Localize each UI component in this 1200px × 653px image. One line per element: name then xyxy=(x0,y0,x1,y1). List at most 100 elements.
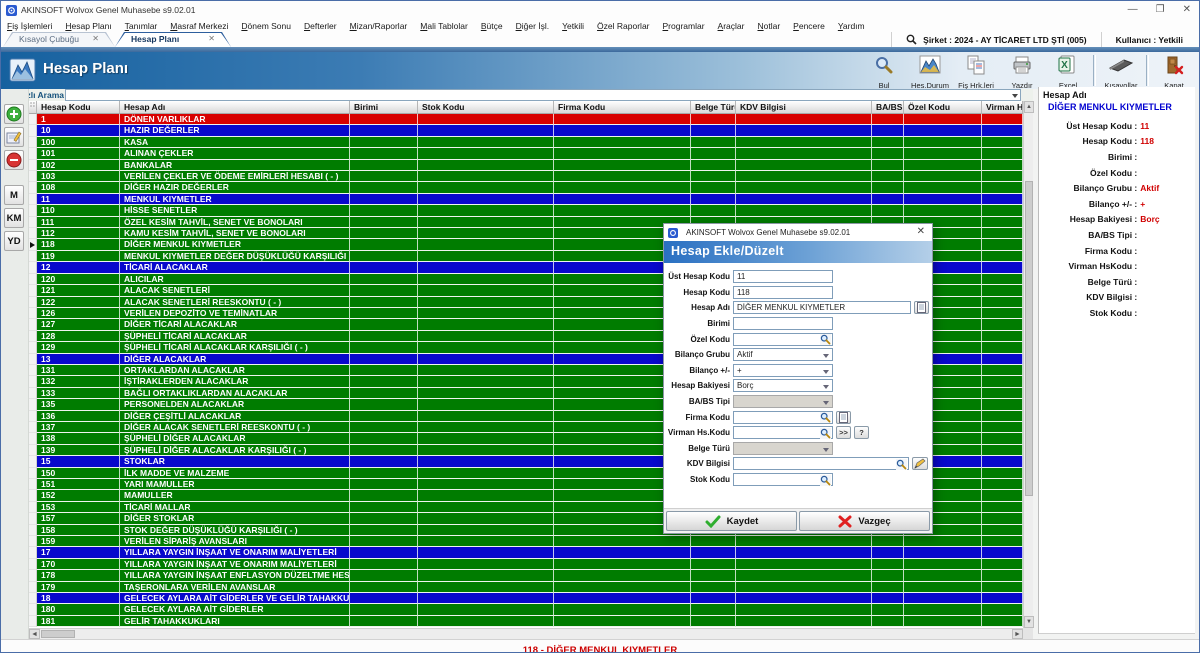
lookup-magnifier-icon[interactable] xyxy=(820,412,831,425)
table-row[interactable]: 1DÖNEN VARLIKLAR xyxy=(29,114,1023,125)
column-header-virman-h[interactable]: Virman H xyxy=(982,101,1023,114)
table-row[interactable]: 159VERİLEN SİPARİŞ AVANSLARI xyxy=(29,536,1023,547)
toolbar-button-kapat[interactable]: Kapat xyxy=(1151,53,1197,88)
m-button[interactable]: M xyxy=(4,185,24,205)
table-row[interactable]: 11MENKUL KIYMETLER xyxy=(29,194,1023,205)
table-row[interactable]: 103VERİLEN ÇEKLER VE ÖDEME EMİRLERİ HESA… xyxy=(29,171,1023,182)
yd-button[interactable]: YD xyxy=(4,231,24,251)
field-bilanço-select[interactable]: + xyxy=(733,364,833,377)
add-account-button[interactable] xyxy=(4,104,24,124)
save-button[interactable]: Kaydet xyxy=(666,511,797,531)
menu-item-pencere[interactable]: Pencere xyxy=(793,21,825,31)
column-header-ba-bs[interactable]: BA/BS xyxy=(872,101,904,114)
tab-hesap-plani[interactable]: Hesap Planı ✕ xyxy=(115,32,231,47)
menu-item-notlar[interactable]: Notlar xyxy=(757,21,780,31)
field-stok-kodu-input[interactable] xyxy=(733,473,833,486)
menu-item-programlar[interactable]: Programlar xyxy=(663,21,705,31)
menu-item-fiş-i-şlemleri[interactable]: Fiş İşlemleri xyxy=(7,21,52,31)
table-row[interactable]: 102BANKALAR xyxy=(29,160,1023,171)
field-kdv-bilgisi-input[interactable] xyxy=(733,457,909,470)
field-özel-kodu-input[interactable] xyxy=(733,333,833,346)
column-header-firma-kodu[interactable]: Firma Kodu xyxy=(554,101,691,114)
horizontal-scrollbar[interactable]: ◄ ► xyxy=(29,628,1023,639)
forward-button[interactable]: >> xyxy=(836,426,851,439)
scroll-up-icon[interactable]: ▲ xyxy=(1024,101,1034,113)
column-header-kdv-bilgisi[interactable]: KDV Bilgisi xyxy=(736,101,872,114)
table-row[interactable]: 18GELECEK AYLARA AİT GİDERLER VE GELİR T… xyxy=(29,593,1023,604)
hscroll-thumb[interactable] xyxy=(41,630,75,638)
table-row[interactable]: 179TAŞERONLARA VERİLEN AVANSLAR xyxy=(29,582,1023,593)
field-firma-kodu-input[interactable] xyxy=(733,411,833,424)
field-belge-türü-select[interactable] xyxy=(733,442,833,455)
menu-item-diğer-i-şl[interactable]: Diğer İşl. xyxy=(516,21,550,31)
lookup-magnifier-icon[interactable] xyxy=(820,428,831,441)
table-row[interactable]: 180GELECEK AYLARA AİT GİDERLER xyxy=(29,604,1023,615)
cancel-button[interactable]: Vazgeç xyxy=(799,511,930,531)
lookup-magnifier-icon[interactable] xyxy=(820,334,831,347)
column-header-hesap-kodu[interactable]: Hesap Kodu xyxy=(37,101,120,114)
table-row[interactable]: 17YILLARA YAYGIN İNŞAAT VE ONARIM MALİYE… xyxy=(29,547,1023,558)
menu-item-dönem-sonu[interactable]: Dönem Sonu xyxy=(241,21,291,31)
menu-item-yetkili[interactable]: Yetkili xyxy=(562,21,584,31)
scroll-right-icon[interactable]: ► xyxy=(1012,629,1023,639)
close-button[interactable]: ✕ xyxy=(1183,3,1191,16)
edit-account-button[interactable] xyxy=(4,127,24,147)
table-row[interactable]: 178YILLARA YAYGIN İNŞAAT ENFLASYON DÜZEL… xyxy=(29,570,1023,581)
minimize-button[interactable]: — xyxy=(1128,3,1138,16)
toolbar-button-fiş-hrk-leri[interactable]: Fiş Hrk.leri xyxy=(953,53,999,88)
column-header-birimi[interactable]: Birimi xyxy=(350,101,418,114)
table-row[interactable]: 10HAZIR DEĞERLER xyxy=(29,125,1023,136)
km-button[interactable]: KM xyxy=(4,208,24,228)
menu-item-bütçe[interactable]: Bütçe xyxy=(481,21,503,31)
vscroll-thumb[interactable] xyxy=(1025,181,1033,496)
menu-item-mizan-raporlar[interactable]: Mizan/Raporlar xyxy=(350,21,408,31)
field-hesap-bakiyesi-select[interactable]: Borç xyxy=(733,379,833,392)
scroll-down-icon[interactable]: ▼ xyxy=(1024,616,1034,628)
menu-item-araçlar[interactable]: Araçlar xyxy=(718,21,745,31)
chevron-down-icon[interactable] xyxy=(823,401,829,405)
tab-close-icon[interactable]: ✕ xyxy=(208,34,215,43)
company-info[interactable]: Şirket : 2024 - AY TİCARET LTD ŞTİ (005) xyxy=(891,32,1100,47)
toolbar-button-kısayollar[interactable]: Kısayollar xyxy=(1098,53,1144,88)
column-header-stok-kodu[interactable]: Stok Kodu xyxy=(418,101,554,114)
table-row[interactable]: 110HİSSE SENETLER xyxy=(29,205,1023,216)
vertical-scrollbar[interactable]: ▲ ▼ xyxy=(1023,101,1033,628)
chevron-down-icon[interactable] xyxy=(823,448,829,452)
maximize-button[interactable]: ❐ xyxy=(1156,3,1165,16)
chevron-down-icon[interactable] xyxy=(823,354,829,358)
chevron-down-icon[interactable] xyxy=(823,385,829,389)
field-birimi-input[interactable] xyxy=(733,317,833,330)
field-hesap-adı-input[interactable]: DİĞER MENKUL KIYMETLER xyxy=(733,301,911,314)
lookup-magnifier-icon[interactable] xyxy=(896,459,907,472)
toolbar-button-hes-durum[interactable]: Hes.Durum xyxy=(907,53,953,88)
field-üst-hesap-kodu-input[interactable]: 11 xyxy=(733,270,833,283)
toolbar-button-excel[interactable]: XExcel xyxy=(1045,53,1091,88)
tab-close-icon[interactable]: ✕ xyxy=(92,34,99,43)
field-bilanço-grubu-select[interactable]: Aktif xyxy=(733,348,833,361)
field-hesap-kodu-input[interactable]: 118 xyxy=(733,286,833,299)
delete-account-button[interactable] xyxy=(4,150,24,170)
menu-item-defterler[interactable]: Defterler xyxy=(304,21,337,31)
menu-item-mali-tablolar[interactable]: Mali Tablolar xyxy=(420,21,468,31)
field-virman-hs-kodu-input[interactable] xyxy=(733,426,833,439)
toolbar-button-bul[interactable]: Bul xyxy=(861,53,907,88)
edit-button[interactable] xyxy=(912,457,928,470)
table-row[interactable]: 101ALINAN ÇEKLER xyxy=(29,148,1023,159)
menu-item-hesap-planı[interactable]: Hesap Planı xyxy=(65,21,111,31)
dialog-close-icon[interactable]: ✕ xyxy=(917,226,925,237)
tab-kisayol-cubugu[interactable]: Kısayol Çubuğu ✕ xyxy=(3,32,115,47)
new-doc-button[interactable] xyxy=(836,411,851,424)
column-header-belge-türü[interactable]: Belge Türü xyxy=(691,101,736,114)
toolbar-button-yazdır[interactable]: Yazdır xyxy=(999,53,1045,88)
menu-item-özel-raporlar[interactable]: Özel Raporlar xyxy=(597,21,649,31)
new-doc-button[interactable] xyxy=(914,301,929,314)
lookup-magnifier-icon[interactable] xyxy=(820,475,831,488)
table-row[interactable]: 100KASA xyxy=(29,137,1023,148)
table-row[interactable]: 170YILLARA YAYGIN İNŞAAT VE ONARIM MALİY… xyxy=(29,559,1023,570)
column-header-hesap-adı[interactable]: Hesap Adı xyxy=(120,101,350,114)
table-row[interactable]: 181GELİR TAHAKKUKLARI xyxy=(29,616,1023,627)
menu-item-masraf-merkezi[interactable]: Masraf Merkezi xyxy=(170,21,228,31)
scroll-left-icon[interactable]: ◄ xyxy=(29,629,40,639)
help-button[interactable]: ? xyxy=(854,426,869,439)
table-row[interactable]: 108DİĞER HAZIR DEĞERLER xyxy=(29,182,1023,193)
